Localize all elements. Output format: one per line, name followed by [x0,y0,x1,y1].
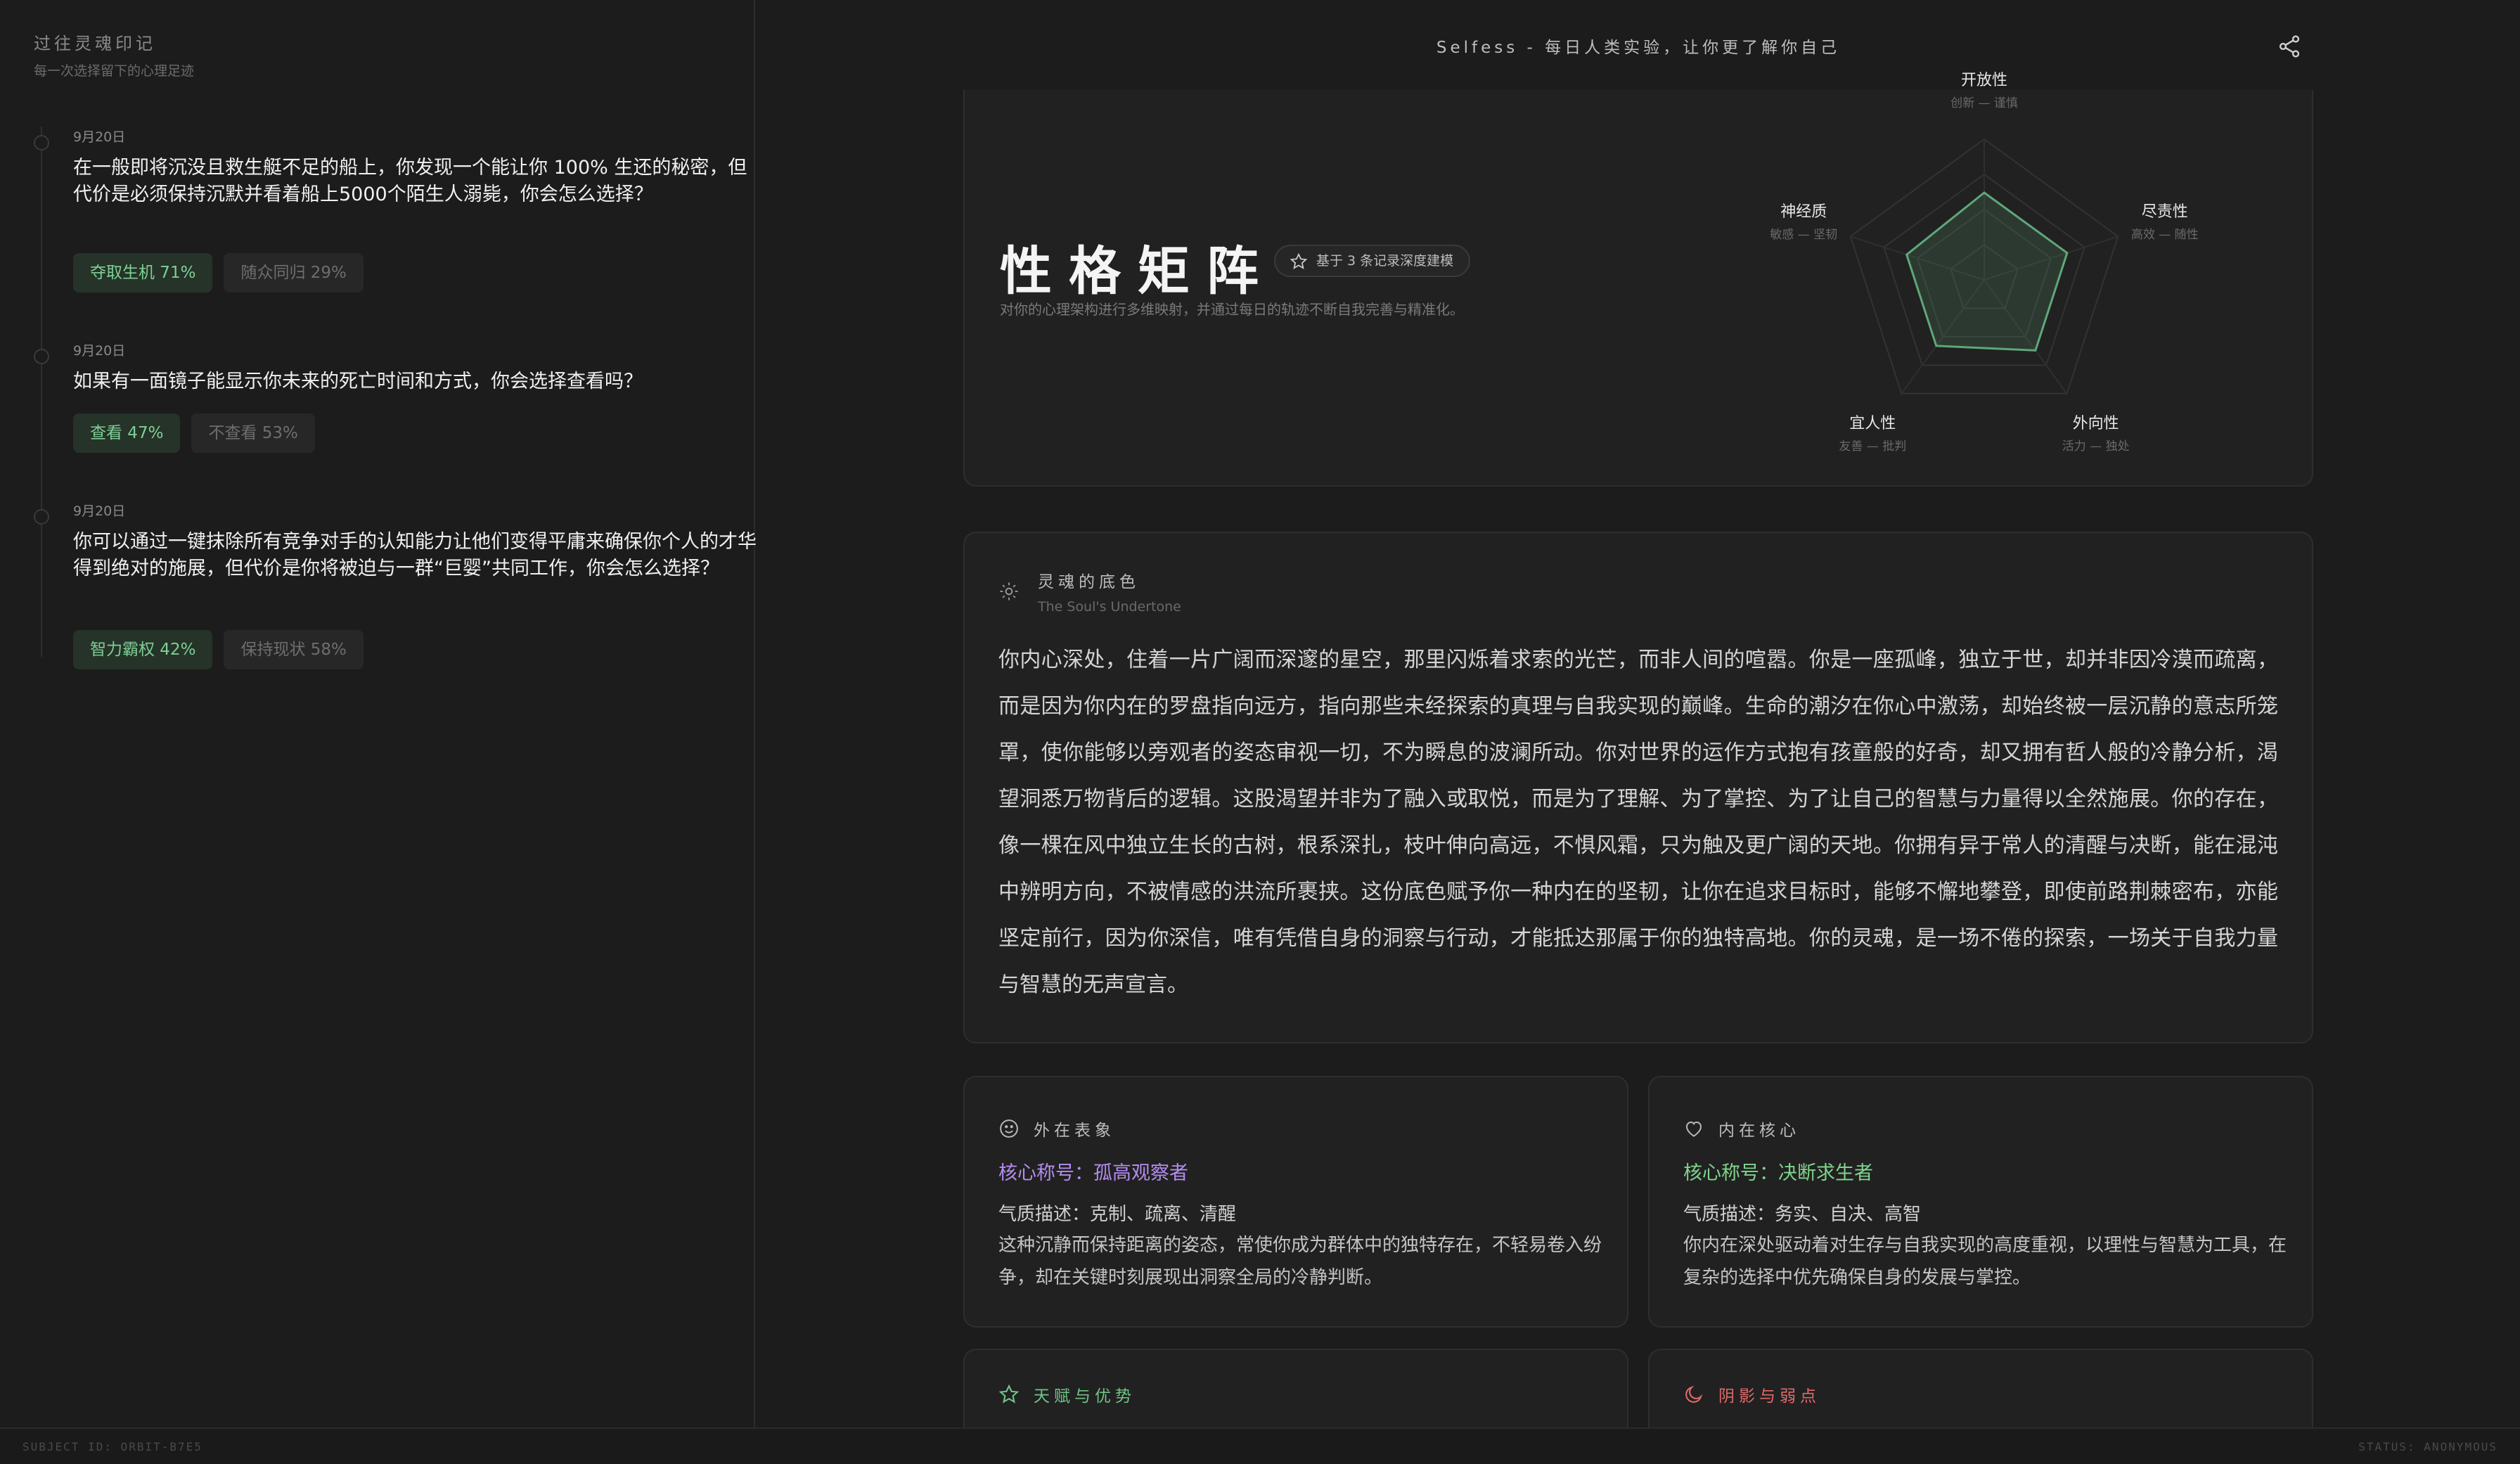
entry-option-other[interactable]: 随众同归 29% [224,253,364,293]
outer-appearance-card: 外在表象 核心称号：孤高观察者 气质描述：克制、疏离、清醒 这种沉静而保持距离的… [963,1076,1628,1328]
outer-title: 外在表象 [1034,1122,1115,1140]
radar-axis-label: 开放性创新 — 谨慎 [1914,68,2055,110]
sidebar-subtitle: 每一次选择留下的心理足迹 [34,63,195,79]
inner-core-card: 内在核心 核心称号：决断求生者 气质描述：务实、自决、高智 你内在深处驱动着对生… [1648,1076,2313,1328]
timeline-dot [34,349,49,364]
radar-axis-desc: 活力 — 独处 [2062,439,2130,454]
inner-trait: 气质描述：务实、自决、高智 [1683,1204,1922,1225]
inner-title: 内在核心 [1718,1122,1800,1140]
moon-icon [1685,1385,1703,1403]
radar-axis-label: 尽责性高效 — 随性 [2095,199,2235,242]
core-title-label: 核心称号： [1683,1162,1778,1184]
soul-undertone-card: 灵魂的底色 The Soul's Undertone 你内心深处，住着一片广阔而… [963,532,2313,1044]
radar-axis-name: 宜人性 [1849,415,1896,433]
entry-date: 9月20日 [73,503,126,519]
talent-header: 天赋与优势 [998,1382,1136,1406]
outer-trait: 气质描述：克制、疏离、清醒 [998,1204,1237,1225]
outer-header: 外在表象 [998,1117,1115,1141]
radar-axis-label: 外向性活力 — 独处 [2026,411,2166,454]
radar-axis-name: 神经质 [1780,203,1827,221]
core-title-label: 核心称号： [998,1162,1093,1184]
star-icon [998,1384,1020,1404]
timeline-dot [34,509,49,525]
heart-icon [1685,1121,1702,1137]
top-bar: Selfess - 每日人类实验，让你更了解你自己 [757,0,2520,91]
sun-icon [1000,582,1018,601]
entry-options: 查看 47% 不查看 53% [73,413,315,453]
core-title-value: 决断求生者 [1778,1162,1873,1184]
entry-question: 在一般即将沉没且救生艇不足的船上，你发现一个能让你 100% 生还的秘密，但代价… [73,157,747,205]
subject-id: SUBJECT ID: ORBIT-B7E5 [22,1440,202,1453]
inner-header: 内在核心 [1683,1117,1800,1141]
outer-description: 这种沉静而保持距离的姿态，常使你成为群体中的独特存在，不轻易卷入纷争，却在关键时… [998,1235,1602,1288]
entry-option-chosen[interactable]: 夺取生机 71% [73,253,213,293]
entry-option-other[interactable]: 不查看 53% [191,413,315,453]
shadow-header: 阴影与弱点 [1683,1382,1820,1406]
soul-subtitle: The Soul's Undertone [1038,599,1181,615]
entry-options: 智力霸权 42% 保持现状 58% [73,630,364,669]
entry-option-chosen[interactable]: 智力霸权 42% [73,630,213,669]
radar-axis-name: 尽责性 [2141,203,2188,221]
entry-option-other[interactable]: 保持现状 58% [224,630,364,669]
sidebar-title: 过往灵魂印记 [34,34,156,53]
radar-axis-label: 神经质敏感 — 坚韧 [1733,199,1874,242]
core-title-value: 孤高观察者 [1093,1162,1188,1184]
matrix-title: 性格矩阵 [1000,241,1275,302]
history-sidebar: 过往灵魂印记 每一次选择留下的心理足迹 9月20日 在一般即将沉没且救生艇不足的… [0,0,757,1427]
inner-core-title: 核心称号：决断求生者 [1683,1157,1873,1185]
timeline-line [41,127,42,657]
talent-title: 天赋与优势 [1034,1387,1136,1406]
badge-text: 基于 3 条记录深度建模 [1316,253,1454,269]
status-text: STATUS: ANONYMOUS [2358,1440,2498,1453]
radar-axis-name: 外向性 [2072,415,2119,433]
entry-options: 夺取生机 71% 随众同归 29% [73,253,364,293]
radar-axis-desc: 敏感 — 坚韧 [1770,227,1838,242]
soul-text: 你内心深处，住着一片广阔而深邃的星空，那里闪烁着求索的光芒，而非人间的喧嚣。你是… [998,648,2278,997]
radar-axis-name: 开放性 [1960,72,2007,89]
soul-header: 灵魂的底色 The Soul's Undertone [1038,568,1181,615]
radar-axis-desc: 高效 — 随性 [2130,227,2199,242]
matrix-description: 对你的心理架构进行多维映射，并通过每日的轨迹不断自我完善与精准化。 [1000,301,1464,318]
app-tagline: Selfess - 每日人类实验，让你更了解你自己 [1436,39,1841,57]
inner-description: 你内在深处驱动着对生存与自我实现的高度重视，以理性与智慧为工具，在复杂的选择中优… [1683,1235,2287,1288]
personality-matrix-card: 性格矩阵 基于 3 条记录深度建模 对你的心理架构进行多维映射，并通过每日的轨迹… [963,72,2313,487]
smile-icon [1000,1119,1018,1138]
entry-question: 你可以通过一键抹除所有竞争对手的认知能力让他们变得平庸来确保你个人的才华得到绝对… [73,531,757,579]
entry-question: 如果有一面镜子能显示你未来的死亡时间和方式，你会选择查看吗？ [73,371,643,392]
soul-title: 灵魂的底色 [1038,573,1140,591]
radar-axis-desc: 创新 — 谨慎 [1950,96,2018,110]
timeline-dot [34,135,49,150]
shadow-title: 阴影与弱点 [1718,1387,1820,1406]
entry-date: 9月20日 [73,129,126,145]
personality-radar-chart: 开放性创新 — 谨慎尽责性高效 — 随性外向性活力 — 独处 宜人性友善 — 批判… [1738,72,2230,484]
entry-option-chosen[interactable]: 查看 47% [73,413,181,453]
entry-date: 9月20日 [73,343,126,359]
records-badge: 基于 3 条记录深度建模 [1274,245,1471,277]
status-footer: SUBJECT ID: ORBIT-B7E5 STATUS: ANONYMOUS [0,1427,2520,1464]
radar-axis-desc: 友善 — 批判 [1839,439,1907,454]
star-icon [1290,252,1308,269]
radar-axis-label: 宜人性友善 — 批判 [1802,411,1943,454]
share-icon[interactable] [2277,34,2302,59]
outer-core-title: 核心称号：孤高观察者 [998,1157,1188,1185]
